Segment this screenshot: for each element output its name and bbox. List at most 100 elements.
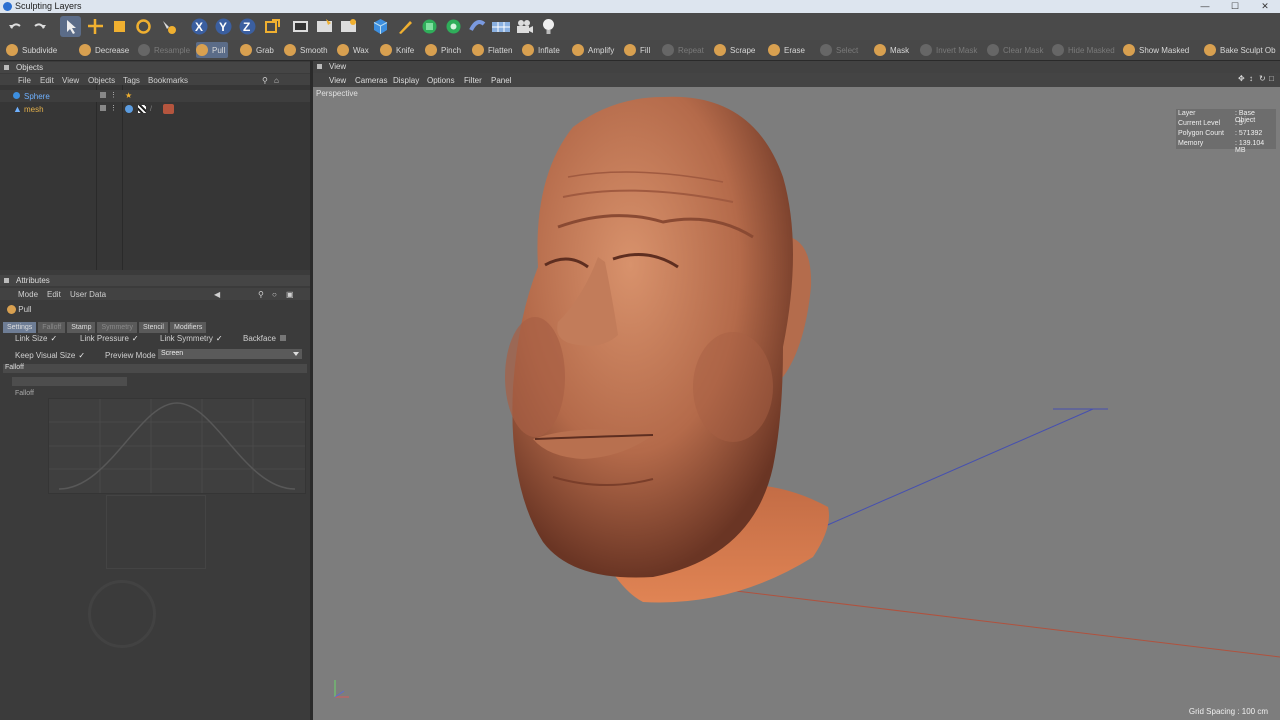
enable-check-icon[interactable]: ⋮ xyxy=(110,91,117,99)
x-axis-icon[interactable]: X xyxy=(189,16,210,37)
repeat-button[interactable]: Repeat xyxy=(662,42,704,58)
mask-button[interactable]: Mask xyxy=(874,42,909,58)
viewport-menu-cameras[interactable]: Cameras xyxy=(355,76,387,85)
pull-button[interactable]: Pull xyxy=(196,42,229,58)
toggle-view-icon[interactable]: □ xyxy=(1269,74,1274,83)
backface-checkbox[interactable] xyxy=(279,335,286,341)
preview-mode-select[interactable]: Screen xyxy=(158,349,302,359)
objects-menu-bookmarks[interactable]: Bookmarks xyxy=(148,76,188,85)
visibility-dot-icon[interactable] xyxy=(100,105,106,111)
inflate-button[interactable]: Inflate xyxy=(522,42,560,58)
objects-menu-objects[interactable]: Objects xyxy=(88,76,115,85)
fill-button[interactable]: Fill xyxy=(624,42,650,58)
home-icon[interactable]: ⌂ xyxy=(274,76,279,85)
scrape-button[interactable]: Scrape xyxy=(714,42,755,58)
zoom-view-icon[interactable]: ↕ xyxy=(1249,74,1253,83)
objects-menu-edit[interactable]: Edit xyxy=(40,76,54,85)
rotate-view-icon[interactable]: ↻ xyxy=(1259,74,1266,83)
show-masked-button[interactable]: Show Masked xyxy=(1123,42,1189,58)
falloff-section-header[interactable]: Falloff xyxy=(3,364,307,373)
subdivision-icon[interactable] xyxy=(419,16,440,37)
lock-icon[interactable]: ○ xyxy=(272,290,277,299)
search-icon[interactable]: ⚲ xyxy=(258,290,264,299)
tab-stamp[interactable]: Stamp xyxy=(67,322,96,333)
minimize-button[interactable]: — xyxy=(1190,0,1220,13)
y-axis-icon[interactable]: Y xyxy=(213,16,234,37)
smooth-button[interactable]: Smooth xyxy=(284,42,328,58)
rotate-icon[interactable] xyxy=(133,16,154,37)
tab-settings[interactable]: Settings xyxy=(3,322,37,333)
amplify-button[interactable]: Amplify xyxy=(572,42,614,58)
tab-stencil[interactable]: Stencil xyxy=(138,322,168,333)
tab-falloff[interactable]: Falloff xyxy=(38,322,66,333)
viewport-menu-display[interactable]: Display xyxy=(393,76,419,85)
camera-icon[interactable] xyxy=(514,16,535,37)
link-size-option[interactable]: Link Size ✓ xyxy=(15,334,57,343)
falloff-preset-field[interactable] xyxy=(12,377,127,386)
move-view-icon[interactable]: ✥ xyxy=(1238,74,1245,83)
pinch-button[interactable]: Pinch xyxy=(425,42,461,58)
tab-modifiers[interactable]: Modifiers xyxy=(169,322,207,333)
viewport-menu-filter[interactable]: Filter xyxy=(464,76,482,85)
redo-icon[interactable] xyxy=(29,16,50,37)
grab-button[interactable]: Grab xyxy=(240,42,274,58)
knife-button[interactable]: Knife xyxy=(380,42,414,58)
objects-menu-file[interactable]: File xyxy=(18,76,31,85)
visibility-dot-icon[interactable] xyxy=(100,92,106,98)
uvw-tag-icon[interactable] xyxy=(138,105,146,113)
z-axis-icon[interactable]: Z xyxy=(237,16,258,37)
bake-sculpt-objects-button[interactable]: Bake Sculpt Ob xyxy=(1204,42,1276,58)
light-icon[interactable] xyxy=(538,16,559,37)
scale-icon[interactable] xyxy=(109,16,130,37)
deformer-icon[interactable] xyxy=(467,16,488,37)
link-pressure-option[interactable]: Link Pressure ✓ xyxy=(80,334,139,343)
coordinate-system-icon[interactable] xyxy=(262,16,283,37)
link-symmetry-checkbox[interactable]: ✓ xyxy=(216,334,223,343)
enable-check-icon[interactable]: ⋮ xyxy=(110,104,117,112)
resample-button[interactable]: Resample xyxy=(138,42,190,58)
sculpt-tag-icon[interactable]: / xyxy=(150,106,152,113)
material-tag-icon[interactable] xyxy=(163,104,174,114)
invert-mask-button[interactable]: Invert Mask xyxy=(920,42,977,58)
attributes-menu-edit[interactable]: Edit xyxy=(47,290,61,299)
wax-button[interactable]: Wax xyxy=(337,42,369,58)
floor-scene-icon[interactable] xyxy=(490,16,511,37)
render-picture-viewer-icon[interactable] xyxy=(314,16,335,37)
viewport-menu-view[interactable]: View xyxy=(329,76,346,85)
falloff-curve-graph[interactable] xyxy=(48,398,306,494)
undo-icon[interactable] xyxy=(5,16,26,37)
live-selection-icon[interactable] xyxy=(60,16,81,37)
back-arrow-icon[interactable]: ◀ xyxy=(214,290,220,299)
move-icon[interactable] xyxy=(85,16,106,37)
search-icon[interactable]: ⚲ xyxy=(262,76,268,85)
link-size-checkbox[interactable]: ✓ xyxy=(50,334,57,343)
erase-button[interactable]: Erase xyxy=(768,42,805,58)
phong-tag-icon[interactable] xyxy=(125,105,133,113)
attributes-menu-user-data[interactable]: User Data xyxy=(70,290,106,299)
objects-menu-tags[interactable]: Tags xyxy=(123,76,140,85)
cube-icon[interactable] xyxy=(370,16,391,37)
cloner-icon[interactable] xyxy=(443,16,464,37)
subdivide-button[interactable]: Subdivide xyxy=(6,42,57,58)
link-symmetry-option[interactable]: Link Symmetry ✓ xyxy=(160,334,223,343)
new-panel-icon[interactable]: ▣ xyxy=(286,290,294,299)
render-view-icon[interactable] xyxy=(290,16,311,37)
backface-option[interactable]: Backface xyxy=(243,334,286,343)
recent-tool-icon[interactable] xyxy=(158,16,179,37)
object-row-sphere[interactable]: Sphere ⋮ ★ xyxy=(0,90,310,102)
tag-icon[interactable]: ★ xyxy=(125,91,132,100)
objects-menu-view[interactable]: View xyxy=(62,76,79,85)
select-button[interactable]: Select xyxy=(820,42,858,58)
link-pressure-checkbox[interactable]: ✓ xyxy=(132,334,139,343)
flatten-button[interactable]: Flatten xyxy=(472,42,512,58)
keep-visual-size-option[interactable]: Keep Visual Size ✓ xyxy=(15,351,85,360)
close-button[interactable]: ✕ xyxy=(1250,0,1280,13)
render-settings-icon[interactable] xyxy=(338,16,359,37)
hide-masked-button[interactable]: Hide Masked xyxy=(1052,42,1115,58)
decrease-button[interactable]: Decrease xyxy=(79,42,129,58)
tab-symmetry[interactable]: Symmetry xyxy=(97,322,137,333)
clear-mask-button[interactable]: Clear Mask xyxy=(987,42,1043,58)
sculpt-scene[interactable] xyxy=(313,87,1280,720)
object-row-mesh[interactable]: ▲ mesh ⋮ / xyxy=(0,103,310,115)
attributes-menu-mode[interactable]: Mode xyxy=(18,290,38,299)
